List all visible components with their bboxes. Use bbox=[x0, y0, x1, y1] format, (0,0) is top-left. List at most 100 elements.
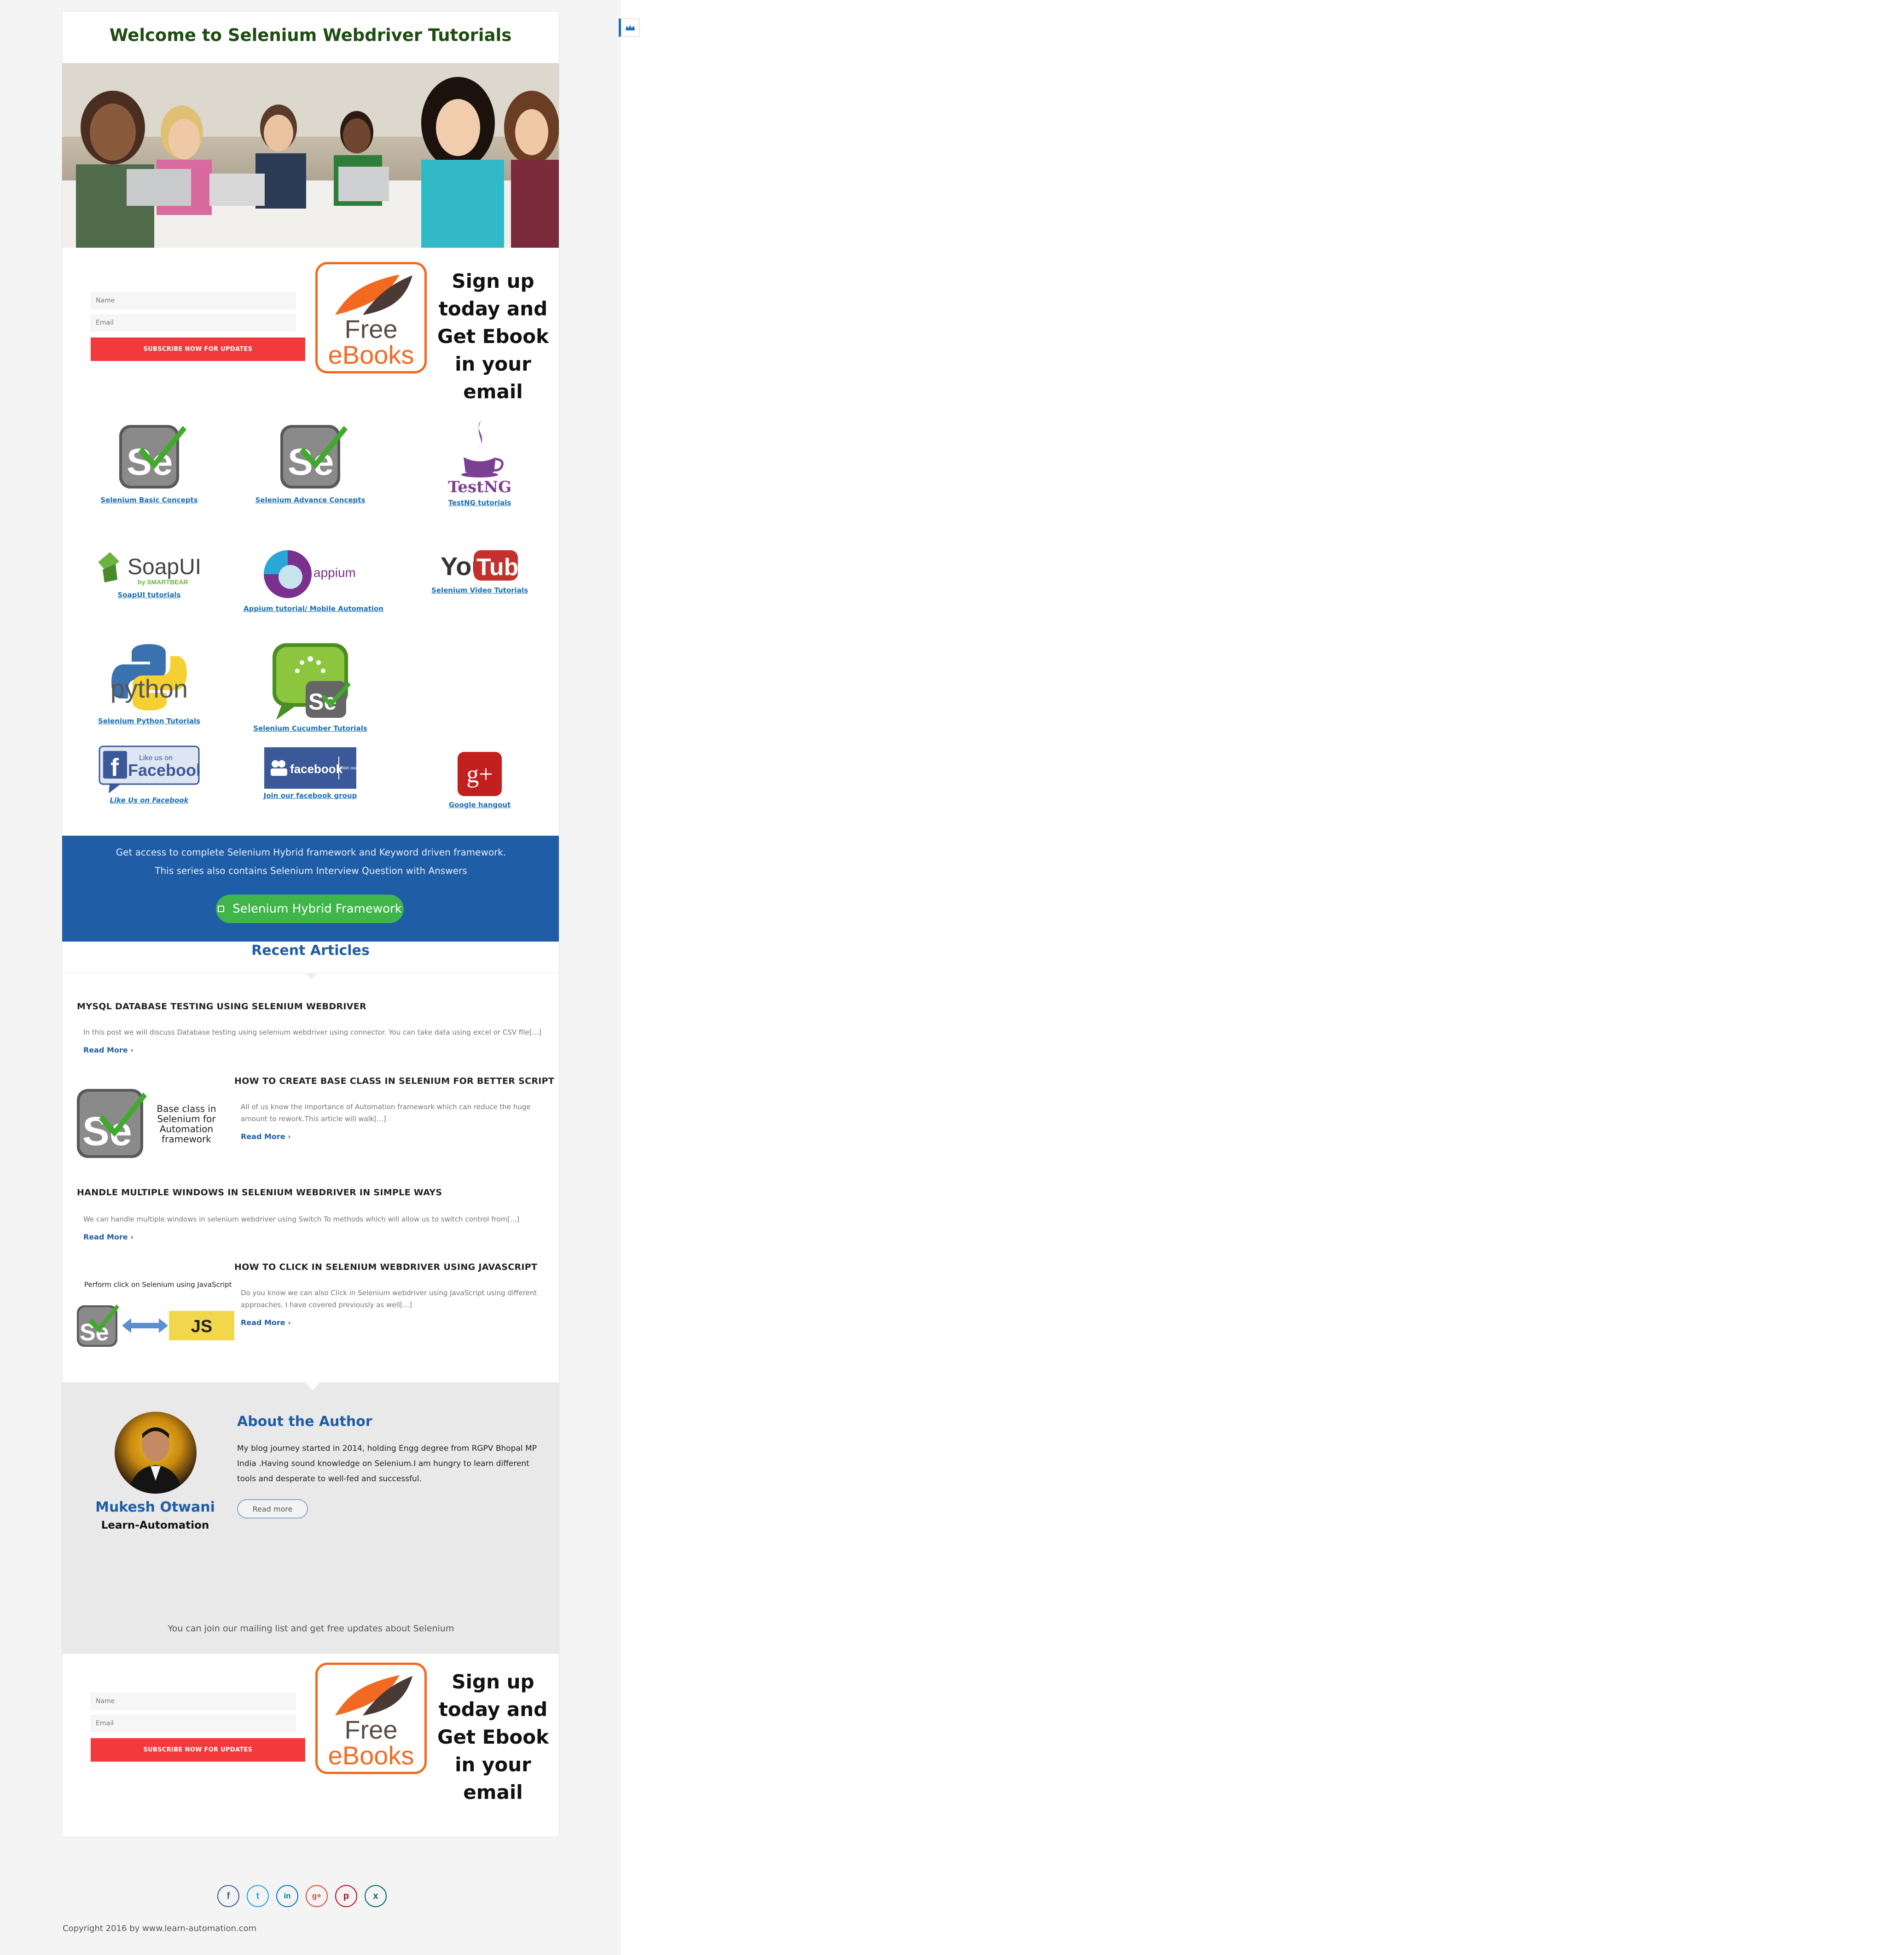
article-title[interactable]: HOW TO CLICK IN SELENIUM WEBDRIVER USING… bbox=[234, 1262, 537, 1272]
tile-selenium-advance[interactable]: Se Selenium Advance Concepts bbox=[252, 419, 369, 504]
pinterest-icon[interactable]: p bbox=[335, 1885, 357, 1907]
facebook-icon[interactable]: f bbox=[217, 1885, 239, 1907]
xing-icon[interactable]: x bbox=[365, 1885, 387, 1907]
crown-icon bbox=[626, 25, 635, 30]
side-tab[interactable] bbox=[619, 18, 640, 37]
article-title[interactable]: MYSQL DATABASE TESTING USING SELENIUM WE… bbox=[77, 1001, 366, 1012]
tile-cucumber[interactable]: Se Selenium Cucumber Tutorials bbox=[252, 640, 369, 733]
testng-icon: TestNG bbox=[448, 420, 511, 496]
svg-text:Tube: Tube bbox=[476, 554, 519, 581]
facebook-group-icon: facebook Join our group bbox=[264, 747, 356, 789]
article-title[interactable]: HOW TO CREATE BASE CLASS IN SELENIUM FOR… bbox=[234, 1076, 554, 1086]
article-excerpt: We can handle multiple windows in seleni… bbox=[83, 1215, 520, 1223]
read-more-link[interactable]: Read More › bbox=[83, 1233, 134, 1241]
appium-icon: appium bbox=[264, 550, 356, 598]
tile-python[interactable]: python Selenium Python Tutorials bbox=[91, 641, 208, 725]
tile-facebook-group[interactable]: facebook Join our group Join our faceboo… bbox=[252, 747, 369, 800]
tile-soapui[interactable]: SoapUI by SMARTBEAR SoapUI tutorials bbox=[91, 546, 208, 599]
cucumber-selenium-icon: Se bbox=[273, 643, 351, 720]
framework-banner: Get access to complete Selenium Hybrid f… bbox=[62, 836, 559, 942]
tile-selenium-basic[interactable]: Se Selenium Basic Concepts bbox=[91, 419, 208, 504]
thumbnail-caption: Perform click on Selenium using JavaScri… bbox=[84, 1280, 232, 1289]
subscribe-button[interactable]: SUBSCRIBE NOW FOR UPDATES bbox=[91, 1738, 305, 1762]
python-icon: python bbox=[110, 644, 188, 710]
avatar bbox=[115, 1412, 197, 1494]
tile-link[interactable]: Selenium Advance Concepts bbox=[252, 496, 369, 504]
youtube-icon: You Tube bbox=[441, 550, 519, 581]
email-input[interactable] bbox=[91, 1715, 296, 1732]
subscribe-form-top: SUBSCRIBE NOW FOR UPDATES Free eBooks Si… bbox=[62, 259, 559, 403]
email-input[interactable] bbox=[91, 314, 296, 331]
svg-text:g+: g+ bbox=[466, 760, 493, 788]
tile-link[interactable]: Selenium Video Tutorials bbox=[421, 586, 538, 594]
twitter-icon[interactable]: t bbox=[247, 1885, 269, 1907]
svg-text:facebook: facebook bbox=[290, 762, 343, 776]
read-more-link[interactable]: Read More › bbox=[241, 1318, 291, 1327]
article-excerpt: All of us know the importance of Automat… bbox=[241, 1103, 531, 1123]
svg-text:f: f bbox=[110, 754, 119, 781]
svg-text:Join our group: Join our group bbox=[341, 766, 356, 771]
free-ebooks-logo: Free eBooks bbox=[315, 262, 427, 373]
tile-facebook-like[interactable]: f Like us on Facebook Like Us on Faceboo… bbox=[91, 745, 208, 804]
hybrid-framework-button-label: Selenium Hybrid Framework bbox=[232, 902, 402, 916]
tile-link[interactable]: Selenium Cucumber Tutorials bbox=[252, 724, 369, 733]
svg-text:Se: Se bbox=[82, 1108, 132, 1154]
ebook-ebooks-text: eBooks bbox=[328, 1741, 414, 1770]
author-heading: About the Author bbox=[237, 1414, 372, 1430]
article-title[interactable]: HANDLE MULTIPLE WINDOWS IN SELENIUM WEBD… bbox=[77, 1187, 442, 1198]
author-name: Mukesh Otwani bbox=[95, 1499, 215, 1515]
linkedin-icon[interactable]: in bbox=[276, 1885, 298, 1907]
leaf-icon bbox=[335, 274, 412, 315]
selenium-icon: Se bbox=[119, 425, 186, 489]
tile-link[interactable]: Join our facebook group bbox=[252, 791, 369, 800]
tile-link[interactable]: Selenium Python Tutorials bbox=[91, 717, 208, 725]
divider-notch bbox=[305, 973, 318, 979]
svg-text:by SMARTBEAR: by SMARTBEAR bbox=[138, 578, 188, 586]
leaf-icon bbox=[335, 1675, 412, 1716]
tile-youtube[interactable]: You Tube Selenium Video Tutorials bbox=[421, 548, 538, 594]
tile-appium[interactable]: appium Appium tutorial/ Mobile Automatio… bbox=[244, 547, 383, 613]
banner-line-2: This series also contains Selenium Inter… bbox=[155, 865, 467, 876]
copyright: Copyright 2016 by www.learn-automation.c… bbox=[63, 1924, 257, 1933]
recent-articles-heading: Recent Articles bbox=[251, 943, 370, 959]
read-more-link[interactable]: Read More › bbox=[83, 1046, 134, 1054]
subscribe-button[interactable]: SUBSCRIBE NOW FOR UPDATES bbox=[91, 337, 305, 361]
svg-text:appium: appium bbox=[313, 565, 356, 580]
author-read-more-button[interactable]: Read more bbox=[237, 1499, 308, 1519]
signup-promo-text: Sign up today and Get Ebook in your emai… bbox=[437, 1670, 549, 1804]
google-plus-icon: g+ bbox=[458, 752, 502, 796]
author-box: Mukesh Otwani Learn-Automation About the… bbox=[62, 1382, 559, 1654]
name-input[interactable] bbox=[91, 1693, 296, 1710]
signup-promo-text: Sign up today and Get Ebook in your emai… bbox=[437, 270, 549, 403]
tile-testng[interactable]: TestNG TestNG tutorials bbox=[421, 417, 538, 507]
thumbnail-caption: Base class in Selenium for Automation fr… bbox=[157, 1103, 216, 1145]
tile-link[interactable]: Selenium Basic Concepts bbox=[91, 496, 208, 504]
free-ebooks-logo: Free eBooks bbox=[315, 1663, 427, 1774]
author-site: Learn-Automation bbox=[101, 1519, 209, 1531]
tile-google-hangout[interactable]: g+ Google hangout bbox=[421, 750, 538, 809]
tile-link[interactable]: Like Us on Facebook bbox=[91, 796, 208, 804]
tile-link[interactable]: TestNG tutorials bbox=[421, 499, 538, 507]
author-photo bbox=[128, 1427, 183, 1494]
google-plus-icon[interactable]: g+ bbox=[306, 1885, 328, 1907]
hybrid-framework-button[interactable]: Selenium Hybrid Framework bbox=[216, 895, 404, 923]
article-thumbnail[interactable]: Se Base class in Selenium for Automation… bbox=[76, 1086, 232, 1160]
mailing-list-text: You can join our mailing list and get fr… bbox=[168, 1623, 454, 1634]
svg-text:JS: JS bbox=[191, 1317, 212, 1336]
subscribe-form-bottom: SUBSCRIBE NOW FOR UPDATES Free eBooks Si… bbox=[62, 1660, 559, 1804]
read-more-link[interactable]: Read More › bbox=[241, 1132, 291, 1141]
svg-text:python: python bbox=[110, 674, 188, 703]
article-thumbnail[interactable]: Perform click on Selenium using JavaScri… bbox=[76, 1280, 234, 1354]
social-links: f t in g+ p x bbox=[217, 1885, 387, 1907]
author-notch bbox=[305, 1382, 320, 1391]
tile-link[interactable]: Google hangout bbox=[421, 801, 538, 809]
landing-card: Welcome to Selenium Webdriver Tutorials bbox=[62, 11, 559, 1837]
author-bio: My blog journey started in 2014, holding… bbox=[237, 1444, 537, 1484]
name-input[interactable] bbox=[91, 292, 296, 309]
tile-link[interactable]: SoapUI tutorials bbox=[91, 591, 208, 599]
svg-text:Facebook: Facebook bbox=[128, 761, 200, 780]
facebook-like-icon: f Like us on Facebook bbox=[99, 745, 200, 793]
tile-link[interactable]: Appium tutorial/ Mobile Automation bbox=[244, 605, 383, 613]
page-title: Welcome to Selenium Webdriver Tutorials bbox=[109, 25, 512, 45]
ebook-ebooks-text: eBooks bbox=[328, 340, 414, 369]
